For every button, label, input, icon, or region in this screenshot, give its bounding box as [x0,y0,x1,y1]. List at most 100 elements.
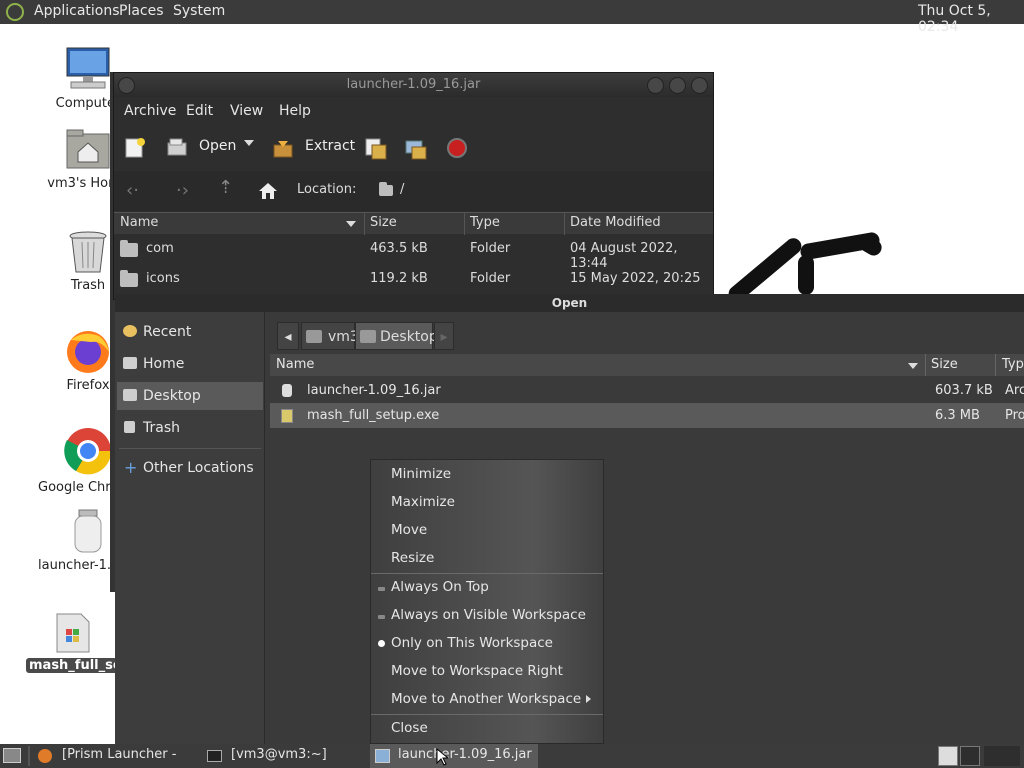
task-label: [vm3@vm3:~] [231,747,327,762]
workspace-2-icon[interactable] [960,746,980,766]
places-menu[interactable]: Places [119,3,164,19]
firefox-icon [67,331,109,373]
menu-item-label: Move to Another Workspace [391,691,582,707]
column-name[interactable]: Name [276,357,314,372]
menu-view[interactable]: View [230,103,263,119]
menu-item-maximize[interactable]: Maximize [371,488,603,516]
dialog-title: Open [551,296,588,310]
menu-item-move-another-workspace[interactable]: Move to Another Workspace [371,685,603,713]
location-path[interactable]: / [400,182,404,197]
tray-area [984,746,1020,766]
sidebar-item-home[interactable]: Home [117,350,263,378]
mouse-cursor-icon [436,748,448,766]
menu-item-always-on-top[interactable]: Always On Top [371,573,603,601]
menu-item-move-workspace-right[interactable]: Move to Workspace Right [371,657,603,685]
menubar: Archive Edit View Help [114,97,713,125]
column-divider [364,213,365,235]
menu-item-always-visible-workspace[interactable]: Always on Visible Workspace [371,601,603,629]
minimize-button[interactable] [647,77,664,94]
menu-item-label: Always on Visible Workspace [391,607,586,623]
sort-arrow-icon[interactable] [346,221,356,227]
sidebar-item-label: Recent [143,324,192,340]
path-back-arrow-icon[interactable]: ◂ [277,322,299,350]
table-row[interactable]: icons 119.2 kB Folder 15 May 2022, 20:25 [114,264,713,294]
exe-icon [56,613,90,653]
row-type: Folder [470,241,511,256]
clock[interactable]: Thu Oct 5, 02:34 [918,3,1024,35]
path-crumb-home[interactable]: vm3 [301,322,359,350]
up-arrow-icon[interactable]: ⇡ [218,177,233,198]
add-folder-icon[interactable] [404,137,428,161]
menu-item-label: Move [391,522,428,538]
menu-item-close[interactable]: Close [371,714,603,742]
open-dropdown-arrow-icon[interactable] [244,140,254,146]
menu-item-only-this-workspace[interactable]: Only on This Workspace [371,629,603,657]
path-forward-arrow-icon[interactable]: ▸ [434,322,454,350]
column-type[interactable]: Typ [1002,357,1024,372]
sidebar-item-other-locations[interactable]: + Other Locations [117,454,263,482]
file-name: launcher-1.09_16.jar [307,383,441,398]
applications-menu[interactable]: Applications [34,3,120,19]
file-type: Pro [1005,408,1024,423]
menu-item-resize[interactable]: Resize [371,544,603,572]
home-folder-icon [66,129,110,169]
home-icon[interactable] [257,181,279,201]
desktop-icon-mash-setup[interactable]: mash_full_setup [26,612,120,673]
window-titlebar[interactable]: launcher-1.09_16.jar [114,73,713,97]
column-size[interactable]: Size [370,215,397,230]
maximize-button[interactable] [669,77,686,94]
mate-logo-icon[interactable] [6,3,24,21]
show-desktop-icon[interactable] [3,748,21,763]
forward-arrow-icon[interactable]: ·› [176,180,189,201]
computer-icon [66,47,110,89]
open-button[interactable]: Open [199,138,236,154]
path-crumb-desktop[interactable]: Desktop [355,322,438,350]
open-archive-icon[interactable] [166,137,188,159]
menu-item-label: Minimize [391,466,451,482]
file-type: Arc [1005,383,1024,398]
sidebar-item-desktop[interactable]: Desktop [117,382,263,410]
clock-icon [123,325,137,337]
trash-icon [69,231,107,273]
file-size: 603.7 kB [935,383,993,398]
sidebar-item-trash[interactable]: Trash [117,414,263,442]
task-archive-manager[interactable]: launcher-1.09_16.jar [370,744,538,768]
task-label: launcher-1.09_16.jar [398,747,532,762]
stop-icon[interactable] [446,137,468,159]
desktop-icon-label: mash_full_setup [26,658,120,673]
archive-manager-window: launcher-1.09_16.jar Archive Edit View H… [113,72,714,300]
top-panel: Applications Places System Thu Oct 5, 02… [0,0,1024,35]
new-archive-icon[interactable] [124,137,146,159]
column-name[interactable]: Name [120,215,158,230]
add-files-icon[interactable] [364,137,388,161]
sort-arrow-icon[interactable] [908,363,918,369]
window-menu-icon[interactable] [118,77,135,94]
file-row[interactable]: launcher-1.09_16.jar 603.7 kB Arc [270,378,1024,403]
file-row[interactable]: mash_full_setup.exe 6.3 MB Pro [270,403,1024,428]
plus-icon: + [124,458,138,477]
archive-icon [375,749,390,763]
task-prism-launcher[interactable]: [Prism Launcher - D... [36,744,201,768]
table-row[interactable]: com 463.5 kB Folder 04 August 2022, 13:4… [114,234,713,271]
extract-button[interactable]: Extract [305,138,355,154]
close-button[interactable] [691,77,708,94]
menu-item-minimize[interactable]: Minimize [371,460,603,488]
workspace-1-icon[interactable] [938,746,958,766]
column-date-modified[interactable]: Date Modified [570,215,661,230]
back-arrow-icon[interactable]: ‹· [126,180,139,201]
task-terminal[interactable]: [vm3@vm3:~] [205,744,365,768]
sidebar-item-recent[interactable]: Recent [117,318,263,346]
column-type[interactable]: Type [470,215,500,230]
extract-icon[interactable] [272,137,294,159]
checkbox-icon [378,587,385,591]
row-type: Folder [470,271,511,286]
menu-archive[interactable]: Archive [124,103,176,119]
dialog-titlebar[interactable]: Open [115,294,1024,312]
location-bar: ‹· ·› ⇡ Location: / [114,171,713,211]
menu-help[interactable]: Help [279,103,311,119]
column-size[interactable]: Size [931,357,958,372]
menu-item-move[interactable]: Move [371,516,603,544]
system-menu[interactable]: System [173,3,225,19]
taskbar-separator [28,746,30,766]
menu-edit[interactable]: Edit [186,103,213,119]
